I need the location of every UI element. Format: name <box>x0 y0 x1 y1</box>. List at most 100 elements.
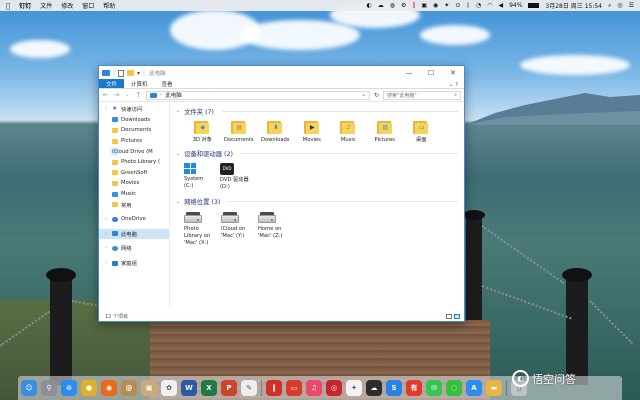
network-drive-z[interactable]: Home on 'Mac' (Z:) <box>258 211 292 247</box>
expand-icon[interactable]: › <box>105 245 109 251</box>
wechat-icon[interactable]: ◌ <box>446 380 462 396</box>
refresh-icon[interactable]: ↻ <box>374 92 379 99</box>
large-icons-view-icon[interactable] <box>454 314 460 319</box>
preview-icon[interactable]: ▣ <box>141 380 157 396</box>
folder-downloads[interactable]: ⬇ Downloads <box>257 120 294 144</box>
status-app-icon[interactable]: ◔ <box>476 2 481 9</box>
folder-music[interactable]: ♪ Music <box>330 120 367 144</box>
close-button[interactable]: ✕ <box>442 66 464 80</box>
netease-music-icon[interactable]: ◎ <box>326 380 342 396</box>
folder-icon[interactable]: ▬ <box>486 380 502 396</box>
folder-pictures[interactable]: ▨ Pictures <box>367 120 404 144</box>
photos-icon[interactable]: ✿ <box>161 380 177 396</box>
status-app-icon[interactable]: ◍ <box>390 2 395 9</box>
folder-3d-objects[interactable]: ◆ 3D 对象 <box>184 120 221 144</box>
chrome-icon[interactable]: ● <box>81 380 97 396</box>
address-text[interactable]: 此电脑 <box>165 91 182 99</box>
menu-window[interactable]: 窗口 <box>82 1 94 10</box>
breadcrumb-separator-icon[interactable]: › <box>160 92 162 98</box>
group-header-devices[interactable]: ⌄ 设备和驱动器 (2) <box>176 149 458 159</box>
folder-movies[interactable]: ▶ Movies <box>294 120 331 144</box>
address-dropdown-icon[interactable]: ⌄ <box>361 92 366 98</box>
finder-icon[interactable]: ☺ <box>21 380 37 396</box>
expand-icon[interactable]: › <box>105 260 109 266</box>
menu-file[interactable]: 文件 <box>40 1 52 10</box>
recent-locations-icon[interactable]: ⌄ <box>124 92 131 98</box>
sidebar-item-pictures[interactable]: Pictures <box>99 136 169 147</box>
expand-icon[interactable]: › <box>105 231 109 237</box>
status-app-icon[interactable]: ▣ <box>421 2 427 9</box>
status-app-icon[interactable]: ⊙ <box>455 2 460 9</box>
collapse-icon[interactable]: ⌄ <box>176 151 180 157</box>
youdao-icon[interactable]: 有 <box>406 380 422 396</box>
menu-help[interactable]: 帮助 <box>103 1 115 10</box>
safari-icon[interactable]: ⊙ <box>61 380 77 396</box>
firefox-icon[interactable]: ◉ <box>101 380 117 396</box>
appstore-icon[interactable]: A <box>466 380 482 396</box>
folder-documents[interactable]: ▤ Documents <box>221 120 258 144</box>
sidebar-item-homegroup[interactable]: › 家庭组 <box>99 258 169 269</box>
battery-icon[interactable] <box>528 3 540 8</box>
sidebar-item-documents[interactable]: Documents <box>99 125 169 136</box>
status-app-icon[interactable]: ◉ <box>433 2 438 9</box>
music-icon[interactable]: ♫ <box>306 380 322 396</box>
datetime[interactable]: 3月28日 周三 15:54 <box>545 1 602 10</box>
qq-icon[interactable]: ✦ <box>346 380 362 396</box>
status-app-icon[interactable]: ⚙ <box>401 2 406 9</box>
status-app-icon[interactable]: ☁ <box>378 2 384 9</box>
new-folder-icon[interactable] <box>127 70 135 76</box>
contacts-icon[interactable]: @ <box>121 380 137 396</box>
sidebar-item-photo-library[interactable]: Photo Library ( <box>99 157 169 168</box>
expand-icon[interactable]: › <box>105 216 109 222</box>
details-view-icon[interactable] <box>446 314 452 319</box>
menu-app-name[interactable]: 钉钉 <box>19 1 31 10</box>
tab-view[interactable]: 查看 <box>155 79 180 88</box>
minimize-button[interactable]: — <box>398 66 420 80</box>
sidebar-item-frequent[interactable]: 常用 <box>99 199 169 210</box>
parallels-status-icon[interactable]: ‖ <box>412 2 415 9</box>
screen-icon[interactable]: ▭ <box>286 380 302 396</box>
forward-button[interactable]: → <box>113 91 120 99</box>
maximize-button[interactable]: ☐ <box>420 66 442 80</box>
group-header-folders[interactable]: ⌄ 文件夹 (7) <box>176 106 458 116</box>
excel-icon[interactable]: X <box>201 380 217 396</box>
sidebar-item-onedrive[interactable]: › OneDrive <box>99 214 169 225</box>
sidebar-item-icloud-drive[interactable]: iCloud Drive (M <box>99 146 169 157</box>
spotlight-icon[interactable]: ⌕ <box>608 2 611 10</box>
status-app-icon[interactable]: ✦ <box>444 2 449 9</box>
back-button[interactable]: ← <box>102 91 109 99</box>
menu-edit[interactable]: 修改 <box>61 1 73 10</box>
up-button[interactable]: ↑ <box>135 91 142 99</box>
properties-icon[interactable] <box>118 69 125 77</box>
expand-icon[interactable]: › <box>105 106 109 112</box>
sidebar-item-greensoft[interactable]: GreenSoft <box>99 168 169 179</box>
launchpad-icon[interactable]: ⚲ <box>41 380 57 396</box>
notification-center-icon[interactable]: ☰ <box>629 2 634 9</box>
cloud-icon[interactable]: ☁ <box>366 380 382 396</box>
address-bar[interactable]: › 此电脑 ⌄ <box>146 90 370 100</box>
volume-icon[interactable]: ◀ <box>498 2 503 9</box>
sidebar-item-music[interactable]: Music <box>99 189 169 200</box>
sidebar-item-downloads[interactable]: Downloads <box>99 115 169 126</box>
tab-file[interactable]: 文件 <box>99 79 125 88</box>
drive-dvd-d[interactable]: DVD DVD 驱动器 (D:) <box>220 162 254 191</box>
folder-desktop[interactable]: ▭ 桌面 <box>403 120 440 144</box>
sidebar-item-network[interactable]: › 网络 <box>99 243 169 254</box>
word-icon[interactable]: W <box>181 380 197 396</box>
collapse-icon[interactable]: ⌄ <box>176 108 180 114</box>
network-drive-x[interactable]: Photo Library on 'Mac' (X:) <box>184 211 218 247</box>
network-drive-y[interactable]: iCloud on 'Mac' (Y:) <box>221 211 255 247</box>
drive-system-c[interactable]: System (C:) <box>184 162 218 191</box>
sidebar-item-quick-access[interactable]: › ★ 快速访问 <box>99 104 169 115</box>
apple-menu-icon[interactable]:  <box>6 2 10 10</box>
battery-percent[interactable]: 94% <box>509 2 522 9</box>
powerpoint-icon[interactable]: P <box>221 380 237 396</box>
sidebar-item-movies[interactable]: Movies <box>99 178 169 189</box>
messages-icon[interactable]: ✉ <box>426 380 442 396</box>
collapse-icon[interactable]: ⌄ <box>176 199 180 205</box>
textedit-icon[interactable]: ✎ <box>241 380 257 396</box>
ribbon-expand-icon[interactable]: ⌄ ? <box>449 82 464 88</box>
bluetooth-icon[interactable]: ᛒ <box>466 2 470 9</box>
tab-computer[interactable]: 计算机 <box>124 79 155 88</box>
sidebar-item-this-pc[interactable]: › 此电脑 <box>99 228 169 240</box>
